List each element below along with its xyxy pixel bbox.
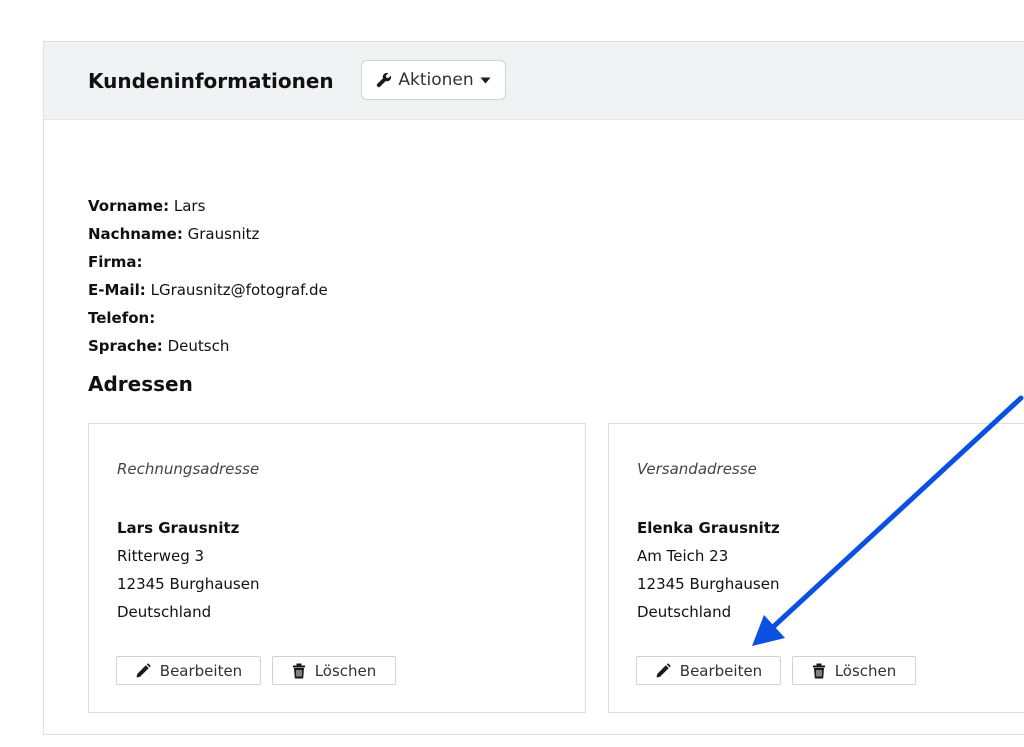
address-type-label: Versandadresse bbox=[637, 460, 757, 478]
address-country: Deutschland bbox=[637, 603, 732, 621]
caret-down-icon bbox=[480, 77, 491, 84]
billing-address-card: Rechnungsadresse Lars Grausnitz Ritterwe… bbox=[88, 423, 586, 713]
wrench-icon bbox=[376, 72, 392, 88]
field-first-name: Vorname: Lars bbox=[88, 195, 328, 223]
pencil-icon bbox=[655, 662, 671, 679]
field-label: Telefon: bbox=[88, 309, 156, 327]
trash-icon bbox=[812, 663, 826, 679]
customer-info-panel: Kundeninformationen Aktionen Vorname: La… bbox=[43, 41, 1024, 735]
delete-label: Löschen bbox=[314, 661, 377, 680]
address-city: 12345 Burghausen bbox=[637, 575, 780, 593]
shipping-address-card: Versandadresse Elenka Grausnitz Am Teich… bbox=[608, 423, 1024, 713]
field-value: Grausnitz bbox=[187, 225, 260, 243]
address-street: Ritterweg 3 bbox=[117, 547, 205, 565]
address-name: Lars Grausnitz bbox=[117, 519, 240, 537]
customer-details: Vorname: Lars Nachname: Grausnitz Firma:… bbox=[88, 195, 328, 363]
address-lines: Lars Grausnitz Ritterweg 3 12345 Burghau… bbox=[117, 517, 259, 629]
edit-label: Bearbeiten bbox=[679, 661, 763, 680]
actions-label: Aktionen bbox=[398, 70, 474, 90]
field-value: Deutsch bbox=[167, 337, 230, 355]
field-email: E-Mail: LGrausnitz@fotograf.de bbox=[88, 279, 328, 307]
field-label: Sprache: bbox=[88, 337, 163, 355]
edit-label: Bearbeiten bbox=[159, 661, 243, 680]
actions-dropdown-button[interactable]: Aktionen bbox=[361, 60, 506, 100]
page-title: Kundeninformationen bbox=[88, 69, 334, 93]
pencil-icon bbox=[135, 662, 151, 679]
field-company: Firma: bbox=[88, 251, 328, 279]
field-label: Nachname: bbox=[88, 225, 183, 243]
edit-shipping-address-button[interactable]: Bearbeiten bbox=[636, 656, 781, 685]
delete-shipping-address-button[interactable]: Löschen bbox=[792, 656, 916, 685]
address-street: Am Teich 23 bbox=[637, 547, 729, 565]
field-value: Lars bbox=[173, 197, 206, 215]
delete-label: Löschen bbox=[834, 661, 897, 680]
field-label: E-Mail: bbox=[88, 281, 146, 299]
address-country: Deutschland bbox=[117, 603, 212, 621]
field-label: Firma: bbox=[88, 253, 143, 271]
address-city: 12345 Burghausen bbox=[117, 575, 260, 593]
trash-icon bbox=[292, 663, 306, 679]
delete-billing-address-button[interactable]: Löschen bbox=[272, 656, 396, 685]
address-lines: Elenka Grausnitz Am Teich 23 12345 Burgh… bbox=[637, 517, 780, 629]
address-name: Elenka Grausnitz bbox=[637, 519, 780, 537]
panel-header: Kundeninformationen Aktionen bbox=[44, 42, 1024, 120]
addresses-heading: Adressen bbox=[88, 372, 193, 396]
field-last-name: Nachname: Grausnitz bbox=[88, 223, 328, 251]
field-value: LGrausnitz@fotograf.de bbox=[150, 281, 328, 299]
field-phone: Telefon: bbox=[88, 307, 328, 335]
field-language: Sprache: Deutsch bbox=[88, 335, 328, 363]
field-label: Vorname: bbox=[88, 197, 170, 215]
edit-billing-address-button[interactable]: Bearbeiten bbox=[116, 656, 261, 685]
address-type-label: Rechnungsadresse bbox=[117, 460, 260, 478]
